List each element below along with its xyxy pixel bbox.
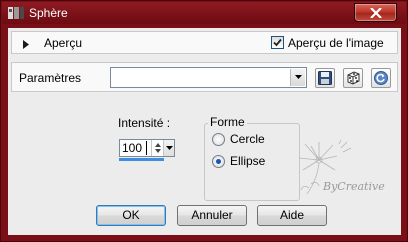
shape-group-title: Forme: [208, 115, 247, 129]
chevron-down-icon: [295, 75, 302, 79]
text-cursor: [146, 141, 147, 155]
watermark-text: ByCreative: [323, 180, 385, 193]
preset-dropdown-button[interactable]: [290, 69, 305, 86]
preview-panel: Aperçu Aperçu de l'image: [11, 31, 398, 54]
random-button[interactable]: [343, 68, 363, 88]
stepper-up-arrow-icon[interactable]: [153, 141, 163, 148]
cancel-button[interactable]: Annuler: [177, 205, 247, 226]
checkmark-icon: [273, 38, 282, 47]
preview-label: Aperçu: [44, 36, 83, 50]
dialog-window: Sphère Aperçu Aperçu de l'image Paramètr…: [0, 0, 408, 242]
shape-option-ellipse-label[interactable]: Ellipse: [230, 154, 265, 168]
reset-button[interactable]: [371, 68, 391, 88]
floppy-disk-icon: [318, 71, 332, 85]
parameters-panel: Paramètres: [11, 62, 398, 92]
image-preview-checkbox[interactable]: [271, 36, 284, 49]
radio-selected-dot: [216, 159, 221, 164]
window-title: Sphère: [29, 6, 68, 20]
expand-triangle-icon[interactable]: [23, 38, 29, 52]
shape-radio-circle[interactable]: [212, 133, 225, 146]
shape-radio-ellipse[interactable]: [212, 155, 225, 168]
title-bar[interactable]: Sphère: [2, 2, 406, 24]
image-preview-label[interactable]: Aperçu de l'image: [288, 36, 384, 50]
intensity-spinbox[interactable]: 100: [119, 139, 175, 157]
save-preset-button[interactable]: [315, 68, 335, 88]
preset-combobox[interactable]: [110, 67, 307, 88]
ok-button[interactable]: OK: [96, 205, 166, 226]
intensity-value[interactable]: 100: [122, 141, 142, 155]
reset-arrow-icon: [374, 71, 388, 85]
chevron-down-icon: [166, 146, 173, 150]
app-icon: [8, 6, 24, 20]
intensity-stepper[interactable]: [151, 140, 163, 156]
help-button[interactable]: Aide: [257, 205, 327, 226]
close-icon: [370, 8, 382, 18]
watermark: ByCreative: [291, 139, 385, 203]
parameters-label: Paramètres: [19, 71, 82, 85]
shape-option-circle-label[interactable]: Cercle: [230, 132, 265, 146]
intensity-level-bar: [119, 158, 164, 161]
intensity-dropdown-button[interactable]: [163, 140, 174, 156]
dialog-client-area: Aperçu Aperçu de l'image Paramètres Inte…: [8, 28, 401, 235]
stepper-down-arrow-icon[interactable]: [153, 148, 163, 155]
dice-icon: [347, 71, 360, 85]
intensity-label: Intensité :: [118, 116, 171, 130]
close-button[interactable]: [354, 3, 397, 22]
